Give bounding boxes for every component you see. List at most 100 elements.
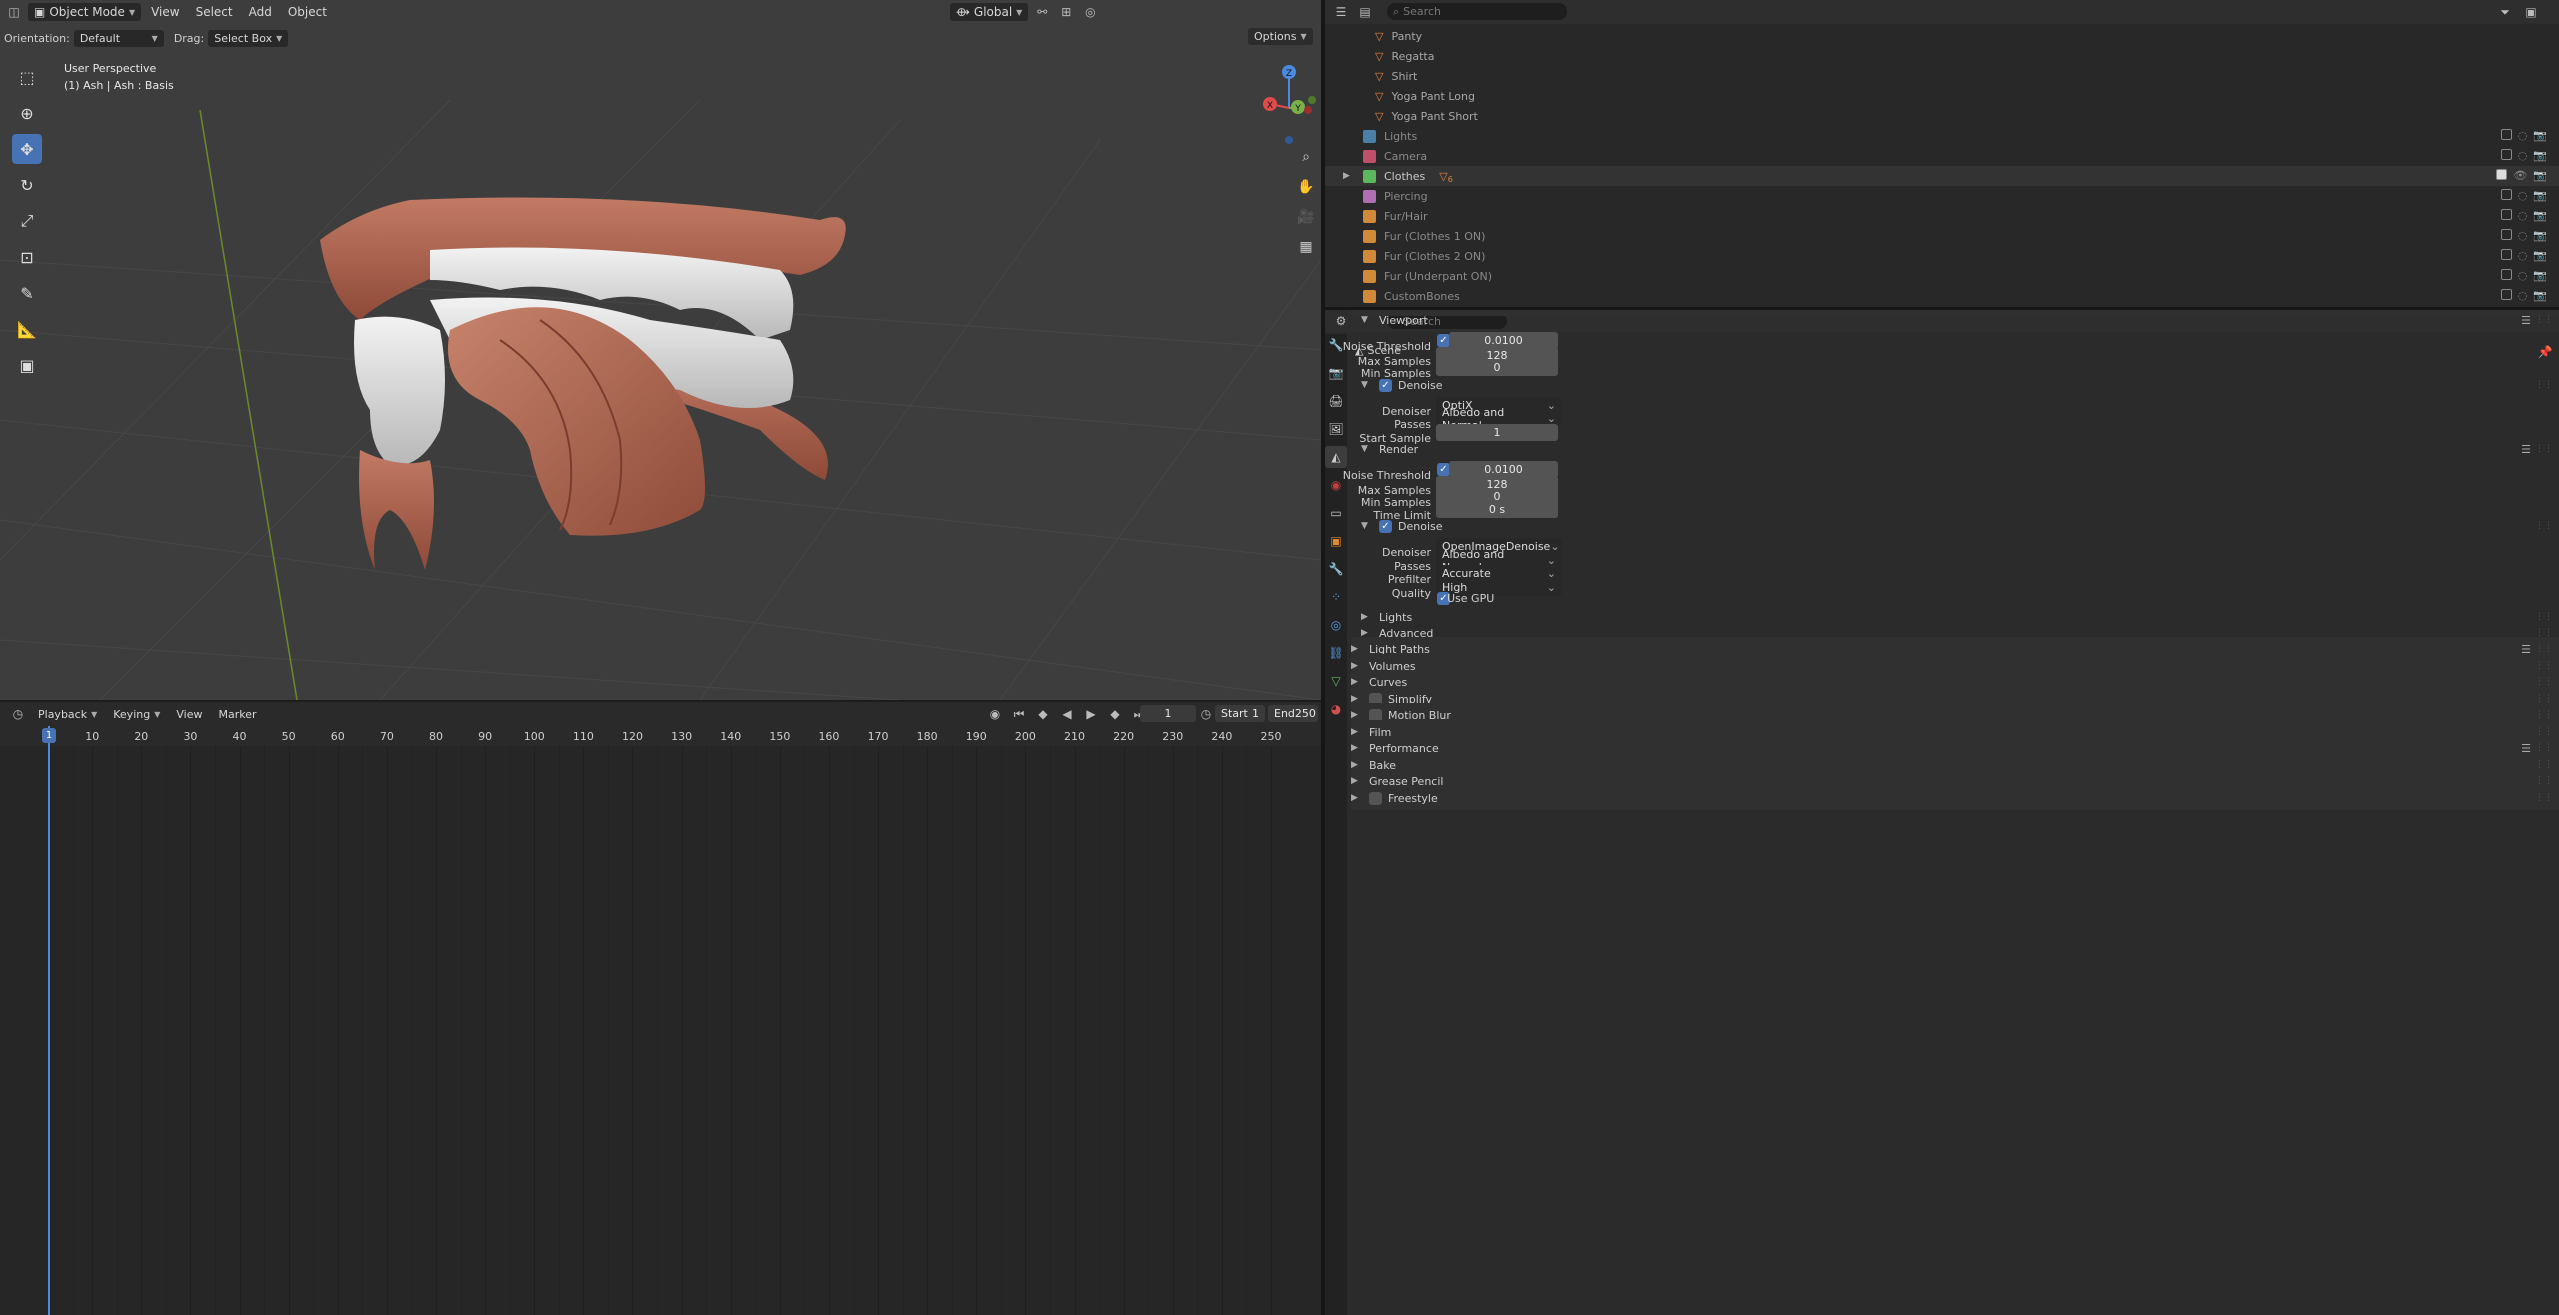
drag-handle-icon[interactable]: ⋮⋮ (2535, 677, 2553, 687)
exclude-checkbox[interactable] (2500, 149, 2512, 160)
preview-range-icon[interactable]: ◷ (1196, 704, 1216, 724)
eye-icon[interactable]: ◌ (2518, 249, 2528, 262)
outliner-editor-icon[interactable]: ☰ (1331, 2, 1351, 22)
marker-menu[interactable]: Marker (212, 706, 262, 723)
drag-handle-icon[interactable]: ⋮⋮ (2535, 710, 2553, 720)
constraint-tab-icon[interactable]: ⛓ (1325, 642, 1347, 664)
outliner-collection-clothes[interactable]: ▶ Clothes ▽ 6 👁 📷 (1325, 166, 2559, 186)
outliner-collection-fur-clothes-1-on-[interactable]: Fur (Clothes 1 ON) ◌ 📷 (1325, 226, 2559, 246)
outliner-item-regatta[interactable]: ▽ Regatta (1325, 46, 2559, 66)
menu-view[interactable]: View (145, 3, 185, 21)
camera-icon[interactable]: 📷 (2533, 189, 2547, 202)
outliner-collection-fur-underpant-on-[interactable]: Fur (Underpant ON) ◌ 📷 (1325, 266, 2559, 286)
drag-handle-icon[interactable]: ⋮⋮ (2535, 315, 2553, 325)
options-dropdown[interactable]: Options ▼ (1248, 28, 1313, 45)
proportional-edit-icon[interactable]: ◎ (1080, 2, 1100, 22)
snap-icon[interactable]: ⊞ (1056, 2, 1076, 22)
menu-add[interactable]: Add (243, 3, 278, 21)
rotate-tool-icon[interactable]: ↻ (12, 170, 42, 200)
exclude-checkbox[interactable] (2496, 169, 2508, 180)
end-frame-field[interactable]: End 250 (1268, 705, 1318, 722)
exclude-checkbox[interactable] (2500, 209, 2512, 220)
transform-tool-icon[interactable]: ⊡ (12, 242, 42, 272)
playback-menu[interactable]: Playback ▼ (32, 706, 103, 723)
drag-handle-icon[interactable]: ⋮⋮ (2535, 521, 2553, 531)
playhead-frame-badge[interactable]: 1 (42, 728, 56, 743)
exclude-checkbox[interactable] (2500, 249, 2512, 260)
panel-freestyle-checkbox[interactable] (1369, 791, 1382, 805)
menu-object[interactable]: Object (282, 3, 333, 21)
zoom-icon[interactable]: ⌕ (1293, 144, 1319, 170)
perspective-grid-icon[interactable]: ▦ (1293, 234, 1319, 260)
viewport[interactable]: ◫ ▣ Object Mode ▼ View Select Add Object ⟴… (0, 0, 1321, 700)
eye-icon[interactable]: ◌ (2518, 229, 2528, 242)
viewport-denoise-subpanel-checkbox[interactable]: ✓ (1379, 378, 1392, 392)
eye-icon[interactable]: ◌ (2518, 209, 2528, 222)
frame-ruler[interactable]: 10 20 30 40 50 60 70 80 90 100 110 120 130 140 150 160 1… (0, 726, 1321, 746)
start-frame-field[interactable]: Start 1 (1215, 705, 1265, 722)
transform-orientation-dropdown[interactable]: ⟴ Global ▼ (950, 3, 1029, 21)
drag-handle-icon[interactable]: ⋮⋮ (2535, 793, 2553, 803)
outliner-collection-piercing[interactable]: Piercing ◌ 📷 (1325, 186, 2559, 206)
eye-icon[interactable]: ◌ (2518, 149, 2528, 162)
eye-icon[interactable]: ◌ (2518, 289, 2528, 302)
filter-icon[interactable]: ⏷ (2495, 2, 2515, 22)
autokey-record-icon[interactable]: ◉ (985, 704, 1005, 724)
play-reverse-icon[interactable]: ◀ (1057, 704, 1077, 724)
render-denoise-subpanel-checkbox[interactable]: ✓ (1379, 519, 1392, 533)
camera-icon[interactable]: 📷 (2533, 249, 2547, 262)
presets-icon[interactable]: ☰ (2521, 443, 2531, 456)
expand-arrow-icon[interactable]: ▶ (1343, 171, 1350, 181)
current-frame-value[interactable]: 1 (1140, 705, 1196, 722)
camera-icon[interactable]: 📷 (2533, 149, 2547, 162)
panel-freestyle[interactable]: ▶ Freestyle ⋮⋮ (1351, 786, 2559, 810)
mouth-model[interactable] (300, 180, 860, 580)
exclude-checkbox[interactable] (2500, 289, 2512, 300)
physics-tab-icon[interactable]: ◎ (1325, 614, 1347, 636)
keying-menu[interactable]: Keying ▼ (107, 706, 166, 723)
jump-start-icon[interactable]: ⏮ (1009, 704, 1029, 724)
outliner-collection-fur-clothes-2-on-[interactable]: Fur (Clothes 2 ON) ◌ 📷 (1325, 246, 2559, 266)
exclude-checkbox[interactable] (2500, 269, 2512, 280)
playhead[interactable] (48, 726, 50, 1315)
drag-handle-icon[interactable]: ⋮⋮ (2535, 743, 2553, 753)
outliner-collection-custombones[interactable]: CustomBones ◌ 📷 (1325, 286, 2559, 306)
camera-icon[interactable]: 📷 (2533, 289, 2547, 302)
data-tab-icon[interactable]: ▽ (1325, 670, 1347, 692)
timeline-view-menu[interactable]: View (170, 706, 208, 723)
camera-icon[interactable]: 📷 (2533, 169, 2547, 182)
eye-icon[interactable]: ◌ (2518, 129, 2528, 142)
drag-handle-icon[interactable]: ⋮⋮ (2535, 644, 2553, 654)
eye-icon[interactable]: ◌ (2518, 269, 2528, 282)
mode-dropdown[interactable]: ▣ Object Mode ▼ (28, 3, 142, 21)
camera-icon[interactable]: 📷 (2533, 229, 2547, 242)
drag-dropdown[interactable]: Select Box ▼ (208, 29, 289, 47)
add-cube-tool-icon[interactable]: ▣ (12, 350, 42, 380)
camera-view-icon[interactable]: 🎥 (1293, 204, 1319, 230)
move-tool-icon[interactable]: ✥ (12, 134, 42, 164)
measure-tool-icon[interactable]: 📐 (12, 314, 42, 344)
drag-handle-icon[interactable]: ⋮⋮ (2535, 444, 2553, 454)
pivot-icon[interactable]: ⚯ (1032, 2, 1052, 22)
viewport-denoise-subpanel[interactable]: ▼ ✓ Denoise ⋮⋮ (1361, 373, 2559, 397)
new-collection-icon[interactable]: ▣ (2521, 2, 2541, 22)
outliner-item-yoga-pant-short[interactable]: ▽ Yoga Pant Short (1325, 106, 2559, 126)
scene-tab-icon[interactable]: ◭ (1325, 446, 1347, 468)
play-icon[interactable]: ▶ (1081, 704, 1101, 724)
exclude-checkbox[interactable] (2500, 229, 2512, 240)
eye-icon[interactable]: ◌ (2518, 189, 2528, 202)
material-tab-icon[interactable]: ◕ (1325, 698, 1347, 720)
orientation-dropdown[interactable]: Default ▼ (73, 29, 164, 47)
display-mode-icon[interactable]: ▤ (1355, 2, 1375, 22)
outliner-item-shirt[interactable]: ▽ Shirt (1325, 66, 2559, 86)
exclude-checkbox[interactable] (2500, 189, 2512, 200)
annotate-tool-icon[interactable]: ✎ (12, 278, 42, 308)
next-keyframe-icon[interactable]: ◆ (1105, 704, 1125, 724)
presets-icon[interactable]: ☰ (2521, 314, 2531, 327)
select-box-tool-icon[interactable]: ⬚ (12, 62, 42, 92)
eye-icon[interactable]: 👁 (2513, 169, 2527, 182)
exclude-checkbox[interactable] (2500, 129, 2512, 140)
outliner-collection-camera[interactable]: Camera ◌ 📷 (1325, 146, 2559, 166)
outliner-collection-lights[interactable]: Lights ◌ 📷 (1325, 126, 2559, 146)
outliner-item-yoga-pant-long[interactable]: ▽ Yoga Pant Long (1325, 86, 2559, 106)
